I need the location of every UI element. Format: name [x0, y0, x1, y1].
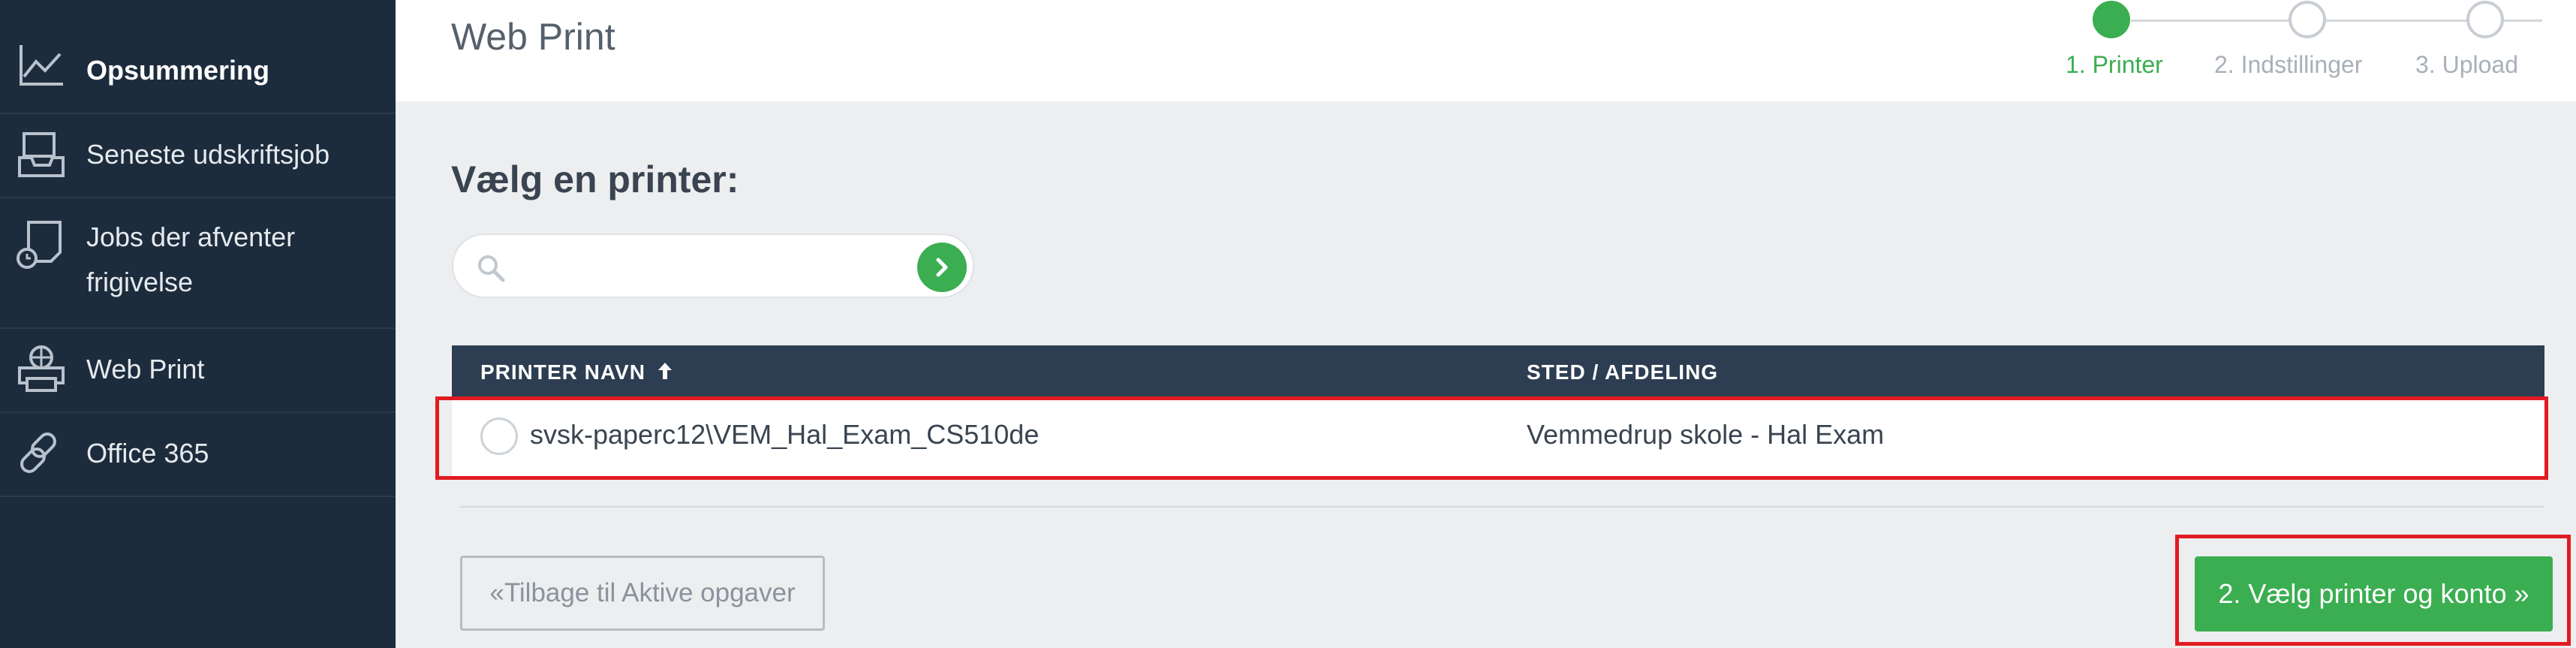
step-1-label: 1. Printer — [2066, 51, 2163, 78]
row-highlight-annotation — [435, 396, 2548, 480]
sidebar-item-jobs-der-afventer-frigivelse[interactable]: Jobs der afventer frigivelse — [0, 197, 396, 329]
step-2-label: 2. Indstillinger — [2214, 51, 2363, 78]
button-highlight-annotation — [2175, 535, 2571, 646]
stepper: 1. Printer 2. Indstillinger 3. Upload — [396, 0, 2576, 101]
search-icon — [476, 253, 506, 287]
select-printer-heading: Vælg en printer: — [451, 158, 739, 200]
sidebar-item-label: Opsummering — [86, 55, 270, 86]
search-submit-button[interactable] — [917, 243, 967, 292]
printer-search — [452, 234, 974, 298]
pending-release-icon — [15, 218, 68, 270]
column-header-label: PRINTER NAVN — [480, 360, 646, 384]
line-chart-icon — [15, 39, 68, 92]
sidebar-item-opsummering[interactable]: Opsummering — [0, 0, 396, 114]
page-header: Web Print 1. Printer 2. Indstillinger 3.… — [396, 0, 2576, 101]
column-header-location[interactable]: STED / AFDELING — [1527, 360, 1718, 384]
column-header-printer-name[interactable]: PRINTER NAVN — [480, 360, 673, 386]
link-icon — [15, 426, 68, 479]
step-3-circle — [2466, 1, 2504, 38]
back-to-active-tasks-button[interactable]: «Tilbage til Aktive opgaver — [460, 556, 825, 631]
chevron-right-icon — [930, 255, 954, 283]
sort-arrow-up-icon — [657, 361, 673, 386]
step-2-circle — [2289, 1, 2326, 38]
divider — [459, 506, 2544, 508]
web-printer-icon — [15, 342, 68, 395]
step-3-label: 3. Upload — [2415, 51, 2518, 78]
step-1-circle — [2093, 1, 2130, 38]
printer-table-header: PRINTER NAVN STED / AFDELING — [452, 345, 2544, 398]
sidebar: Opsummering Seneste udskriftsjob Jobs de… — [0, 0, 396, 648]
sidebar-item-office-365[interactable]: Office 365 — [0, 411, 396, 497]
sidebar-item-label-line1: Jobs der afventer — [86, 222, 296, 252]
sidebar-item-label: Seneste udskriftsjob — [86, 139, 330, 170]
sidebar-item-label-line2: frigivelse — [86, 267, 194, 297]
inbox-tray-icon — [15, 128, 68, 180]
sidebar-item-web-print[interactable]: Web Print — [0, 327, 396, 413]
sidebar-item-seneste-udskriftsjob[interactable]: Seneste udskriftsjob — [0, 113, 396, 198]
sidebar-item-label: Office 365 — [86, 438, 209, 469]
sidebar-item-label: Web Print — [86, 354, 205, 384]
search-input[interactable] — [513, 246, 892, 288]
